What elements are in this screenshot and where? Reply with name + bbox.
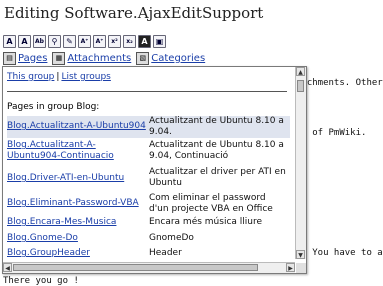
horizontal-scrollbar[interactable]: ◀ ▶ — [3, 262, 295, 273]
tab-categories[interactable]: ▧ Categories — [136, 51, 205, 65]
categories-icon: ▧ — [136, 51, 150, 65]
divider — [7, 91, 287, 92]
bold-a-icon[interactable]: A — [138, 35, 151, 48]
scroll-up-icon[interactable]: ▲ — [296, 67, 305, 76]
page-description: Actualitzant de Ubuntu 8.10 a 9.04, Cont… — [149, 140, 284, 161]
list-item[interactable]: Blog.Encara-Mes-Musica Encara més música… — [7, 217, 290, 229]
page-list-popup: This group | List groups Pages in group Bl… — [2, 66, 307, 274]
list-item[interactable]: Blog.Gnome-Do GnomeDo — [7, 233, 290, 245]
scrollbar-corner — [296, 263, 306, 273]
list-item[interactable]: Blog.Actualitzant-A-Ubuntu904-Continuaci… — [7, 140, 290, 162]
tab-pages[interactable]: ▤ Pages — [3, 51, 47, 65]
scroll-left-icon[interactable]: ◀ — [3, 263, 12, 272]
edit-text-line: ). You have to ad — [296, 248, 383, 258]
page-description: Com eliminar el password d'un projecte V… — [149, 193, 273, 214]
vertical-scrollbar[interactable]: ▲ ▼ — [295, 67, 306, 259]
page-link[interactable]: Blog.Actualitzant-A-Ubuntu904-Continuaci… — [7, 140, 147, 162]
list-item[interactable]: Blog.Actualitzant-A-Ubuntu904 Actualitza… — [7, 116, 290, 138]
superscript-icon[interactable]: A⁺ — [93, 35, 106, 48]
edit-toolbar: A A Ab ⚲ ✎ A⁺ A⁺ x² x₂ A ▣ — [3, 35, 166, 49]
page-link[interactable]: Blog.Encara-Mes-Musica — [7, 217, 147, 228]
page-description: Actualitzar el driver per ATI en Ubuntu — [149, 167, 286, 188]
list-groups-link[interactable]: List groups — [61, 72, 110, 82]
page-link[interactable]: Blog.Actualitzant-A-Ubuntu904 — [7, 121, 147, 132]
edit-text-line: tachments. Other c — [296, 78, 383, 88]
pages-heading: Pages in group Blog: — [7, 102, 100, 112]
list-item[interactable]: Blog.Driver-ATI-en-Ubuntu Actualitzar el… — [7, 167, 290, 189]
scroll-down-icon[interactable]: ▼ — [296, 250, 305, 259]
tab-attachments-label[interactable]: Attachments — [67, 53, 131, 64]
x-sub-icon[interactable]: x₂ — [123, 35, 136, 48]
page-link[interactable]: Blog.Driver-ATI-en-Ubuntu — [7, 173, 147, 184]
group-links: This group | List groups — [7, 72, 111, 82]
page-title: Editing Software.AjaxEditSupport — [4, 4, 264, 22]
tab-pages-label[interactable]: Pages — [18, 53, 47, 64]
text-ab-icon[interactable]: Ab — [33, 35, 46, 48]
tab-attachments[interactable]: ▦ Attachments — [52, 51, 131, 65]
superscript-big-icon[interactable]: A⁺ — [78, 35, 91, 48]
page-link[interactable]: Blog.GroupHeader — [7, 248, 147, 259]
vertical-scroll-thumb[interactable] — [297, 80, 304, 92]
page-description: GnomeDo — [149, 233, 194, 243]
list-item[interactable]: Blog.Eliminant-Password-VBA Com eliminar… — [7, 193, 290, 215]
page-description: Header — [149, 248, 182, 258]
this-group-link[interactable]: This group — [7, 72, 54, 82]
edit-text-line: There you go ! — [3, 276, 79, 286]
insert-tabs: ▤ Pages ▦ Attachments ▧ Categories — [3, 51, 210, 65]
page-link[interactable]: Blog.Eliminant-Password-VBA — [7, 198, 147, 209]
x-sup-icon[interactable]: x² — [108, 35, 121, 48]
page-description: Encara més música lliure — [149, 217, 263, 227]
text-large-icon[interactable]: A — [3, 35, 16, 48]
link-separator: | — [56, 72, 60, 82]
horizontal-scroll-thumb[interactable] — [13, 264, 258, 271]
pencil-icon[interactable]: ✎ — [63, 35, 76, 48]
page-description: Actualitzant de Ubuntu 8.10 a 9.04. — [149, 116, 284, 137]
list-item[interactable]: Blog.GroupHeader Header — [7, 248, 290, 260]
tab-categories-label[interactable]: Categories — [151, 53, 205, 64]
attachments-icon: ▦ — [52, 51, 66, 65]
scroll-right-icon[interactable]: ▶ — [286, 263, 295, 272]
page-link[interactable]: Blog.Gnome-Do — [7, 233, 147, 244]
square-icon[interactable]: ▣ — [153, 35, 166, 48]
text-small-icon[interactable]: A — [18, 35, 31, 48]
link-icon[interactable]: ⚲ — [48, 35, 61, 48]
pages-icon: ▤ — [3, 51, 16, 65]
